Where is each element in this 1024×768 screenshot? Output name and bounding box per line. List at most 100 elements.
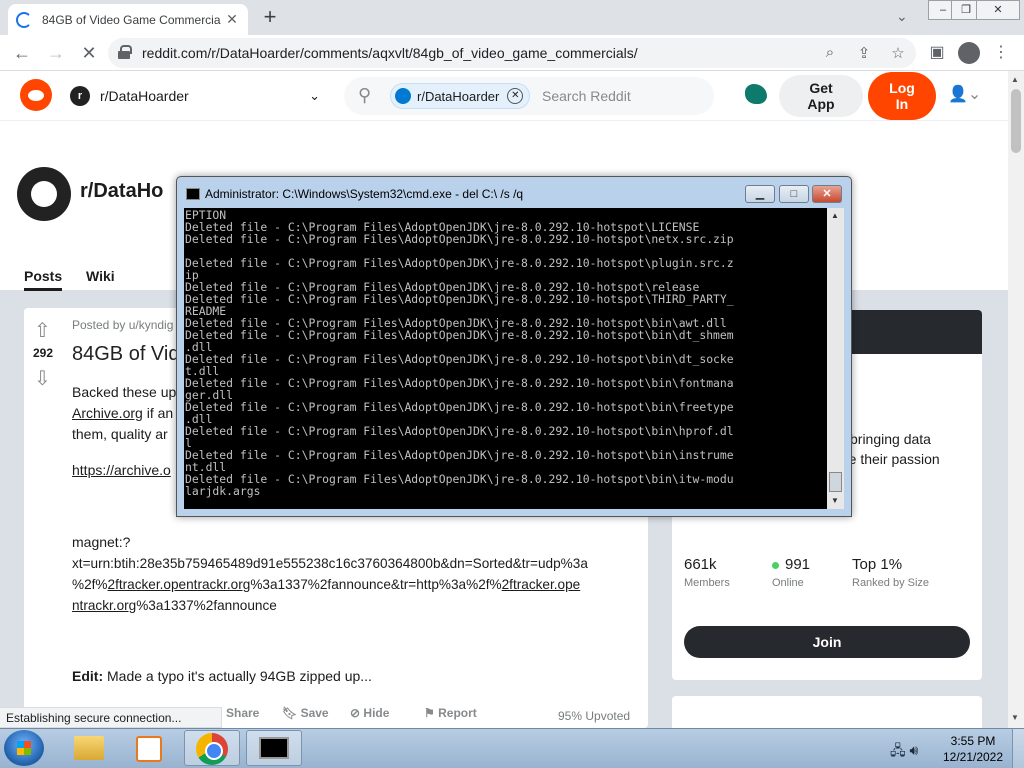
cmd-output-line: Deleted file - C:\Program Files\AdoptOpe…: [185, 256, 734, 270]
tab-posts[interactable]: Posts: [24, 268, 63, 291]
lock-icon[interactable]: [118, 45, 132, 59]
subreddit-chip-icon: [395, 88, 411, 104]
address-bar[interactable]: reddit.com/r/DataHoarder/comments/aqxvlt…: [108, 38, 916, 68]
chrome-menu-icon[interactable]: ⋮: [990, 42, 1012, 62]
get-app-button[interactable]: Get App: [779, 75, 863, 117]
back-arrow-icon[interactable]: ←: [11, 42, 33, 64]
tracker-link-2-cont[interactable]: ntrackr.org: [72, 598, 136, 613]
share-icon[interactable]: ⇪: [854, 44, 874, 62]
search-community-chip: r/DataHoarder ✕: [390, 83, 531, 109]
network-icon[interactable]: 🖧︎: [890, 742, 906, 758]
posted-by[interactable]: Posted by u/kyndig: [72, 318, 173, 332]
cmd-console[interactable]: EPTION Deleted file - C:\Program Files\Ad…: [184, 208, 827, 509]
taskbar-clock[interactable]: 3:55 PM 12/21/2022: [938, 733, 1008, 765]
magnet-text: %2f%: [72, 577, 108, 592]
browser-toolbar: ← → ✕ reddit.com/r/DataHoarder/comments/…: [0, 35, 1024, 71]
magnet-text: %3a1337%2fannounce&tr=http%3a%2f%: [250, 577, 502, 592]
scroll-up-arrow-icon[interactable]: ▲: [1011, 75, 1019, 84]
community-selector[interactable]: r r/DataHoarder ⌄: [70, 81, 320, 111]
tab-title: 84GB of Video Game Commercia: [42, 12, 221, 27]
close-window-button[interactable]: ✕: [976, 0, 1020, 20]
tracker-link-2[interactable]: 2ftracker.ope: [502, 577, 581, 592]
user-menu-icon[interactable]: 👤⌄: [948, 84, 981, 104]
online-label: Online: [772, 577, 804, 589]
cmd-window-icon[interactable]: [186, 188, 200, 200]
archive-org-link[interactable]: Archive.org: [72, 405, 143, 421]
cmd-window-title: Administrator: C:\Windows\System32\cmd.e…: [205, 187, 524, 201]
cmd-window[interactable]: Administrator: C:\Windows\System32\cmd.e…: [176, 176, 852, 517]
volume-icon[interactable]: 🔊︎: [910, 742, 919, 758]
magnet-line-2: %2f%2ftracker.opentrackr.org%3a1337%2fan…: [72, 574, 632, 595]
get-app-label-1: Get: [809, 80, 833, 96]
scrollbar-thumb[interactable]: [1011, 89, 1021, 153]
online-value: 991: [785, 556, 811, 573]
upvote-arrow-icon[interactable]: ⇧: [34, 318, 51, 343]
zoom-search-icon[interactable]: ⌕: [820, 44, 840, 61]
tracker-link[interactable]: 2ftracker.opentrackr.org: [108, 577, 251, 592]
show-desktop-button[interactable]: [1012, 729, 1024, 768]
close-tab-icon[interactable]: ✕: [224, 11, 240, 28]
url-text[interactable]: reddit.com/r/DataHoarder/comments/aqxvlt…: [142, 45, 638, 61]
search-input[interactable]: Search Reddit: [542, 88, 631, 104]
cmd-output-line: Deleted file - C:\Program Files\AdoptOpe…: [185, 292, 734, 306]
flag-icon: ⚑: [424, 706, 435, 720]
forward-arrow-icon[interactable]: →: [45, 42, 67, 64]
members-stat: 661k Members: [684, 556, 730, 589]
report-button[interactable]: ⚑ Report: [424, 706, 477, 720]
cmd-output-line: Deleted file - C:\Program Files\AdoptOpe…: [185, 232, 734, 246]
login-label-2: In: [895, 96, 909, 112]
clock-date: 12/21/2022: [942, 750, 1004, 764]
save-button[interactable]: 🔖︎ Save: [282, 706, 329, 720]
rank-stat: Top 1% Ranked by Size: [852, 556, 929, 589]
cmd-output-line: Deleted file - C:\Program Files\AdoptOpe…: [185, 352, 734, 366]
tab-wiki[interactable]: Wiki: [86, 268, 115, 284]
downvote-arrow-icon[interactable]: ⇩: [34, 366, 51, 391]
start-button[interactable]: [4, 730, 44, 766]
online-dot-icon: [772, 561, 779, 569]
reddit-logo-icon[interactable]: [20, 79, 52, 111]
rank-value: Top 1%: [852, 556, 903, 573]
tab-strip: 84GB of Video Game Commercia ✕ + ⌄ – ❐ ✕: [0, 0, 1024, 35]
cmd-scroll-thumb[interactable]: [829, 472, 842, 492]
online-stat: 991 Online: [772, 556, 810, 589]
cmd-scroll-up-icon[interactable]: ▲: [831, 211, 839, 220]
upvote-percentage: 95% Upvoted: [558, 709, 631, 723]
cmd-output-line: larjdk.args: [185, 484, 261, 498]
members-label: Members: [684, 577, 730, 589]
share-button[interactable]: Share: [226, 706, 259, 720]
bookmark-icon: 🔖︎: [282, 706, 298, 720]
scroll-down-arrow-icon[interactable]: ▼: [1011, 713, 1019, 722]
cmd-scrollbar[interactable]: ▲ ▼: [827, 208, 844, 509]
hide-button[interactable]: ⊘ Hide: [350, 706, 389, 720]
subreddit-icon: r: [70, 86, 90, 106]
search-bar[interactable]: ⚲ r/DataHoarder ✕ Search Reddit: [344, 77, 714, 115]
cmd-output-line: Deleted file - C:\Program Files\AdoptOpe…: [185, 400, 734, 414]
login-button[interactable]: Log In: [868, 72, 936, 120]
remove-chip-icon[interactable]: ✕: [507, 88, 524, 104]
edit-text: Made a typo it's actually 94GB zipped up…: [103, 668, 372, 684]
side-panel-icon[interactable]: ▣: [926, 42, 948, 62]
cmd-scroll-down-icon[interactable]: ▼: [831, 496, 839, 505]
stop-loading-icon[interactable]: ✕: [78, 42, 100, 64]
profile-avatar-icon[interactable]: [958, 42, 980, 64]
vote-count: 292: [33, 346, 54, 360]
cmd-minimize-button[interactable]: ▁: [745, 185, 775, 203]
magnet-text: %3a1337%2fannounce: [136, 598, 277, 613]
chrome-icon: [196, 733, 228, 765]
tab-search-chevron-icon[interactable]: ⌄: [896, 8, 908, 25]
search-icon: ⚲: [358, 85, 372, 105]
join-button[interactable]: Join: [684, 626, 970, 658]
hide-label: Hide: [363, 706, 390, 720]
magnet-line-1: xt=urn:btih:28e35b759465489d91e555238c16…: [72, 556, 588, 571]
cmd-close-button[interactable]: ✕: [812, 185, 842, 203]
cmd-maximize-button[interactable]: □: [779, 185, 809, 203]
chevron-down-icon: ⌄: [309, 88, 320, 103]
save-label: Save: [300, 706, 329, 720]
cmd-output: EPTION Deleted file - C:\Program Files\Ad…: [185, 209, 734, 497]
page-scrollbar[interactable]: ▲ ▼: [1008, 71, 1024, 728]
archive-link[interactable]: https://archive.o: [72, 462, 171, 478]
bookmark-star-icon[interactable]: ☆: [888, 44, 908, 62]
get-app-label-2: App: [807, 96, 835, 112]
browser-tab[interactable]: 84GB of Video Game Commercia ✕: [8, 4, 248, 35]
new-tab-icon[interactable]: +: [258, 5, 282, 29]
